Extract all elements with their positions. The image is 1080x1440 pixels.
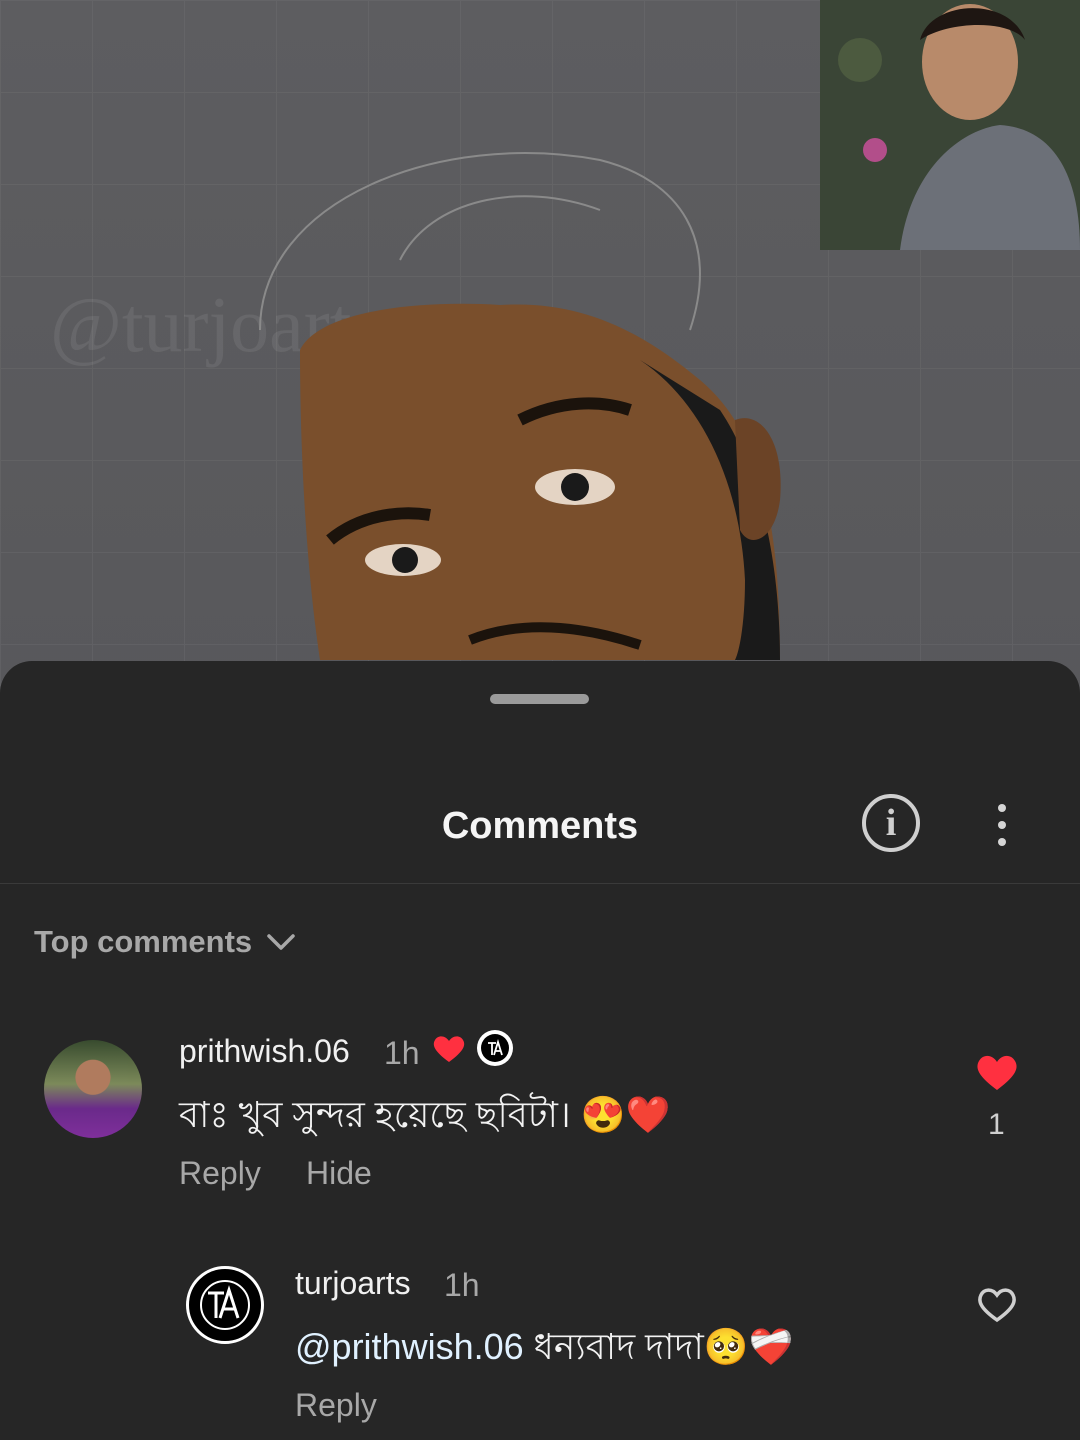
sort-label: Top comments xyxy=(34,924,253,959)
reply-username[interactable]: turjoarts xyxy=(295,1265,411,1302)
reply-button[interactable]: Reply xyxy=(295,1387,377,1424)
reference-photo-thumbnail[interactable] xyxy=(820,0,1080,250)
comment-username[interactable]: prithwish.06 xyxy=(179,1033,350,1070)
avatar[interactable] xyxy=(186,1266,264,1344)
creator-liked-heart-icon xyxy=(433,1036,465,1062)
info-icon: i xyxy=(885,802,897,844)
creator-logo-icon xyxy=(488,1038,503,1056)
more-dot-icon xyxy=(998,838,1006,846)
hide-button[interactable]: Hide xyxy=(306,1155,372,1192)
mention-link[interactable]: @prithwish.06 xyxy=(295,1326,524,1367)
reply-text: @prithwish.06 ধন্যবাদ দাদা🥺❤️‍🩹 xyxy=(295,1320,794,1380)
comment-text: বাঃ খুব সুন্দর হয়েছে ছবিটা। 😍❤️ xyxy=(179,1094,671,1135)
avatar[interactable] xyxy=(44,1040,142,1138)
chevron-down-icon xyxy=(267,934,295,950)
sort-dropdown[interactable]: Top comments xyxy=(34,924,296,960)
like-heart-icon[interactable] xyxy=(975,1052,1019,1092)
more-options-button[interactable] xyxy=(982,800,1022,850)
drag-handle[interactable] xyxy=(490,694,589,704)
info-button[interactable]: i xyxy=(862,794,920,852)
reply-button[interactable]: Reply xyxy=(179,1155,261,1192)
more-dot-icon xyxy=(998,804,1006,812)
reply-time: 1h xyxy=(444,1267,480,1303)
reference-person-image xyxy=(820,0,1080,250)
like-heart-icon[interactable] xyxy=(975,1284,1019,1324)
more-dot-icon xyxy=(998,821,1006,829)
reply-body: ধন্যবাদ দাদা🥺❤️‍🩹 xyxy=(523,1326,794,1367)
creator-logo-icon xyxy=(200,1280,250,1330)
like-count: 1 xyxy=(988,1108,1005,1141)
comment-time: 1h xyxy=(384,1035,420,1071)
video-background: @turjoarts xyxy=(0,0,1080,720)
creator-avatar-small xyxy=(477,1030,513,1066)
divider xyxy=(0,883,1080,884)
